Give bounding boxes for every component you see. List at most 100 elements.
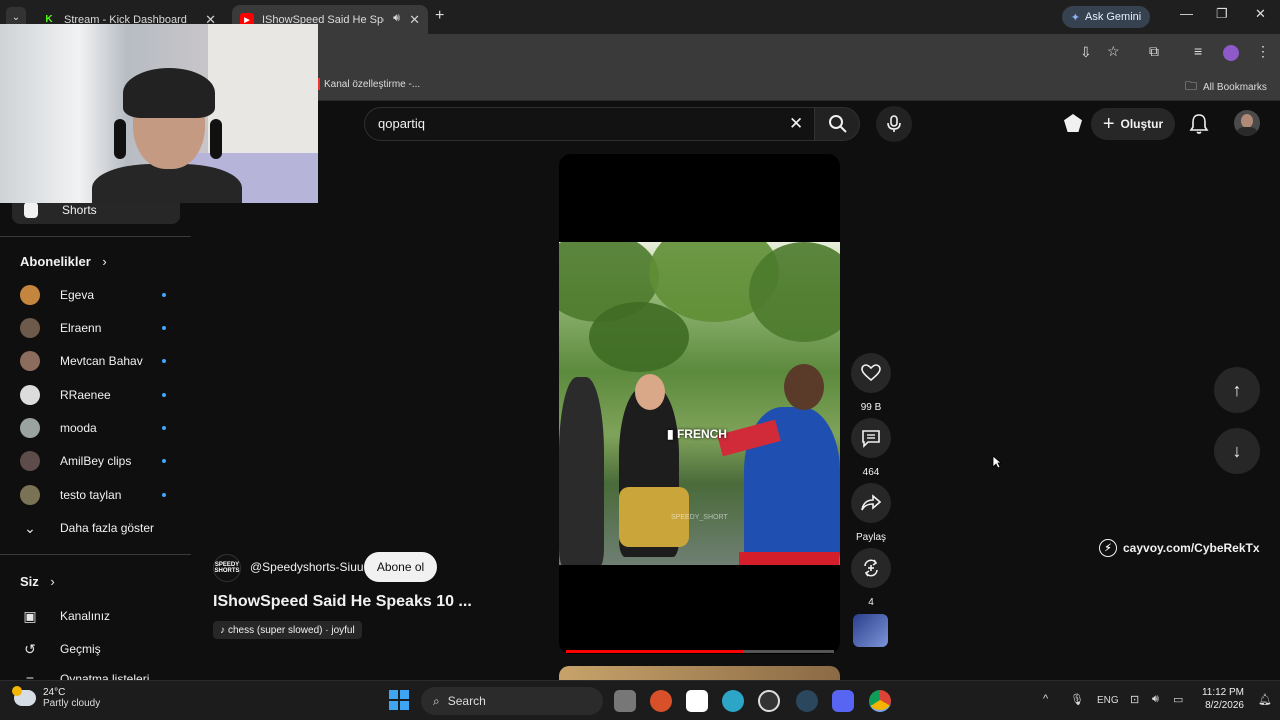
- caption-text: FRENCH: [676, 427, 727, 441]
- search-button[interactable]: [814, 107, 860, 141]
- capcut-icon[interactable]: [686, 690, 708, 712]
- channel-handle[interactable]: @Speedyshorts-Siuu: [250, 560, 364, 574]
- windows-start-icon[interactable]: [389, 690, 409, 710]
- subscription-name: Mevtcan Bahav: [60, 354, 143, 368]
- new-content-dot: [162, 493, 166, 497]
- menu-icon[interactable]: ⋮: [1256, 43, 1270, 60]
- plus-icon: +: [1102, 113, 1115, 135]
- battery-icon[interactable]: ▭: [1173, 693, 1183, 706]
- short-title[interactable]: IShowSpeed Said He Speaks 10 ...: [213, 593, 472, 611]
- you-heading[interactable]: Siz ›: [20, 574, 55, 589]
- like-button[interactable]: [851, 353, 891, 393]
- create-button[interactable]: + Oluştur: [1091, 108, 1175, 140]
- extensions-icon[interactable]: ⧉: [1149, 43, 1159, 60]
- bookmark-label: Kanal özelleştirme -...: [324, 78, 421, 90]
- music-chip[interactable]: ♪ chess (super slowed) · joyful: [213, 621, 362, 639]
- promo-text: cayvoy.com/CybeRekTx: [1123, 541, 1260, 555]
- sidebar-item-history[interactable]: ↺ Geçmiş: [20, 639, 101, 659]
- voice-search-button[interactable]: [876, 106, 912, 142]
- subscription-name: testo taylan: [60, 488, 122, 502]
- bookmark-star-icon[interactable]: ☆: [1107, 43, 1120, 60]
- sidebar-item-subscription[interactable]: Elraenn: [20, 318, 180, 338]
- remix-action[interactable]: 4: [851, 548, 891, 608]
- arrow-up-icon: ↑: [1232, 379, 1242, 400]
- comments-action[interactable]: 464: [851, 418, 891, 478]
- sidebar-item-subscription[interactable]: RRaenee: [20, 385, 180, 405]
- close-window-icon[interactable]: ✕: [1255, 6, 1266, 22]
- show-more-button[interactable]: ⌄ Daha fazla göster: [20, 518, 154, 538]
- like-count: 99 B: [860, 402, 882, 413]
- sidebar-item-playlists[interactable]: ≡ Oynatma listeleri: [20, 672, 149, 680]
- remix-count: 4: [868, 597, 874, 608]
- sound-thumbnail[interactable]: [853, 614, 888, 647]
- file-explorer-icon[interactable]: [614, 690, 636, 712]
- folder-icon: 🗀︎: [1185, 79, 1198, 93]
- speaker-icon[interactable]: 🔊︎: [393, 12, 400, 25]
- notifications-icon[interactable]: 🔔︎: [1258, 693, 1272, 706]
- sidebar-item-subscription[interactable]: AmilBey clips: [20, 451, 180, 471]
- previous-short-button[interactable]: ↑: [1214, 367, 1260, 413]
- music-label: chess (super slowed) · joyful: [228, 624, 355, 636]
- profile-avatar-icon[interactable]: [1223, 45, 1239, 61]
- chevron-down-icon: ⌄: [24, 519, 36, 536]
- share-action[interactable]: Paylaş: [851, 483, 891, 543]
- taskbar-search[interactable]: ⌕ Search: [421, 687, 603, 715]
- ask-gemini-button[interactable]: ✦ Ask Gemini: [1062, 6, 1150, 28]
- network-icon[interactable]: ⊡: [1130, 693, 1139, 706]
- mouse-cursor-icon: [992, 455, 1002, 469]
- gaming-icon[interactable]: [1064, 114, 1082, 132]
- subscribe-button[interactable]: Abone ol: [364, 552, 437, 582]
- new-content-dot: [162, 426, 166, 430]
- channel-logo[interactable]: SPEEDY SHORTS: [213, 554, 241, 582]
- account-avatar[interactable]: [1234, 110, 1260, 136]
- minimize-icon[interactable]: —: [1180, 6, 1193, 21]
- remix-button[interactable]: [851, 548, 891, 588]
- discord-icon[interactable]: [832, 690, 854, 712]
- like-action[interactable]: 99 B: [851, 353, 891, 413]
- all-bookmarks[interactable]: 🗀︎ All Bookmarks: [1185, 77, 1267, 98]
- new-content-dot: [162, 459, 166, 463]
- playlist-icon: ≡: [25, 672, 35, 680]
- share-icon: [861, 494, 881, 511]
- volume-icon[interactable]: 🔊︎: [1152, 693, 1159, 706]
- restore-icon[interactable]: ❐: [1216, 6, 1228, 22]
- search-input[interactable]: [378, 116, 758, 131]
- sidebar: Shorts Abonelikler › Egeva Elraenn Mevtc…: [0, 190, 191, 680]
- share-button[interactable]: [851, 483, 891, 523]
- heart-icon: [861, 364, 881, 382]
- notifications-bell-icon[interactable]: [1189, 113, 1209, 135]
- weather-temp: 24°C: [43, 687, 66, 698]
- chrome-icon[interactable]: [869, 690, 891, 712]
- media-controls-icon[interactable]: ≡: [1194, 43, 1202, 59]
- next-short-button[interactable]: ↓: [1214, 428, 1260, 474]
- weather-widget[interactable]: 24°C Partly cloudy: [12, 686, 100, 709]
- show-hidden-icons[interactable]: ^: [1043, 693, 1048, 705]
- install-app-icon[interactable]: ⇩: [1080, 44, 1092, 61]
- edge-icon[interactable]: [722, 690, 744, 712]
- next-short-preview[interactable]: [559, 666, 840, 680]
- sidebar-item-subscription[interactable]: testo taylan: [20, 485, 180, 505]
- weather-cloud-icon: [12, 686, 36, 706]
- close-tab-icon[interactable]: ✕: [409, 12, 420, 28]
- new-tab-button[interactable]: +: [435, 7, 444, 25]
- channel-avatar: [20, 451, 40, 471]
- sidebar-item-subscription[interactable]: mooda: [20, 418, 180, 438]
- search-icon: ⌕: [433, 693, 440, 708]
- sidebar-item-subscription[interactable]: Egeva: [20, 285, 180, 305]
- obs-icon[interactable]: [758, 690, 780, 712]
- clock[interactable]: 11:12 PM 8/2/2026: [1200, 687, 1244, 711]
- subscriptions-heading[interactable]: Abonelikler ›: [20, 254, 107, 269]
- search-box[interactable]: ✕: [364, 107, 822, 141]
- bookmark-kanal[interactable]: Kanal özelleştirme -...: [314, 78, 420, 90]
- clear-search-icon[interactable]: ✕: [789, 114, 803, 134]
- sidebar-item-your-channel[interactable]: ▣ Kanalınız: [20, 606, 110, 626]
- microphone-tray-icon[interactable]: 🎙︎: [1070, 693, 1084, 706]
- steam-icon[interactable]: [796, 690, 818, 712]
- app-icon[interactable]: [650, 690, 672, 712]
- subscription-name: Egeva: [60, 288, 95, 302]
- comments-button[interactable]: [851, 418, 891, 458]
- sidebar-item-subscription[interactable]: Mevtcan Bahav: [20, 351, 180, 371]
- video-watermark: SPEEDY_SHORT: [671, 514, 728, 521]
- short-video-player[interactable]: ▮ FRENCH SPEEDY_SHORT: [559, 154, 840, 654]
- language-indicator[interactable]: ENG: [1097, 695, 1119, 706]
